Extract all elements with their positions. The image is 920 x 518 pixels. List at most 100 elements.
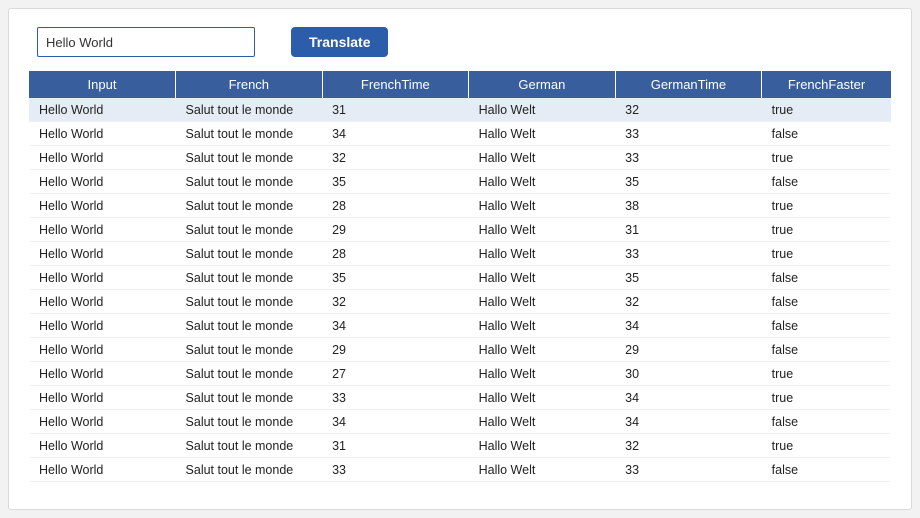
table-row[interactable]: Hello WorldSalut tout le monde28Hallo We… bbox=[29, 242, 891, 266]
cell-french-time: 35 bbox=[322, 170, 469, 194]
col-header-input[interactable]: Input bbox=[29, 71, 176, 98]
table-row[interactable]: Hello WorldSalut tout le monde27Hallo We… bbox=[29, 362, 891, 386]
table-row[interactable]: Hello WorldSalut tout le monde33Hallo We… bbox=[29, 386, 891, 410]
table-row[interactable]: Hello WorldSalut tout le monde31Hallo We… bbox=[29, 434, 891, 458]
cell-french: Salut tout le monde bbox=[176, 146, 323, 170]
cell-french: Salut tout le monde bbox=[176, 194, 323, 218]
cell-german-time: 32 bbox=[615, 290, 762, 314]
cell-input: Hello World bbox=[29, 122, 176, 146]
table-row[interactable]: Hello WorldSalut tout le monde35Hallo We… bbox=[29, 266, 891, 290]
table-row[interactable]: Hello WorldSalut tout le monde32Hallo We… bbox=[29, 290, 891, 314]
cell-german-time: 35 bbox=[615, 266, 762, 290]
cell-input: Hello World bbox=[29, 290, 176, 314]
cell-french-time: 34 bbox=[322, 122, 469, 146]
cell-french-faster: true bbox=[762, 362, 891, 386]
top-row: Translate bbox=[29, 27, 891, 57]
cell-german: Hallo Welt bbox=[469, 410, 616, 434]
cell-input: Hello World bbox=[29, 458, 176, 482]
cell-french-faster: true bbox=[762, 386, 891, 410]
cell-german-time: 31 bbox=[615, 218, 762, 242]
cell-french: Salut tout le monde bbox=[176, 338, 323, 362]
cell-german: Hallo Welt bbox=[469, 362, 616, 386]
cell-french-time: 33 bbox=[322, 458, 469, 482]
cell-german-time: 38 bbox=[615, 194, 762, 218]
cell-german: Hallo Welt bbox=[469, 290, 616, 314]
cell-input: Hello World bbox=[29, 386, 176, 410]
cell-french: Salut tout le monde bbox=[176, 218, 323, 242]
table-row[interactable]: Hello WorldSalut tout le monde34Hallo We… bbox=[29, 122, 891, 146]
cell-german: Hallo Welt bbox=[469, 386, 616, 410]
cell-input: Hello World bbox=[29, 170, 176, 194]
cell-french: Salut tout le monde bbox=[176, 386, 323, 410]
cell-french-time: 31 bbox=[322, 98, 469, 122]
col-header-german-time[interactable]: GermanTime bbox=[615, 71, 762, 98]
col-header-french-time[interactable]: FrenchTime bbox=[322, 71, 469, 98]
col-header-french-faster[interactable]: FrenchFaster bbox=[762, 71, 891, 98]
cell-german: Hallo Welt bbox=[469, 98, 616, 122]
cell-french-faster: true bbox=[762, 98, 891, 122]
cell-french-time: 29 bbox=[322, 218, 469, 242]
table-row[interactable]: Hello WorldSalut tout le monde28Hallo We… bbox=[29, 194, 891, 218]
cell-french-time: 33 bbox=[322, 386, 469, 410]
cell-french-faster: true bbox=[762, 146, 891, 170]
table-row[interactable]: Hello WorldSalut tout le monde35Hallo We… bbox=[29, 170, 891, 194]
table-row[interactable]: Hello WorldSalut tout le monde34Hallo We… bbox=[29, 410, 891, 434]
cell-french-faster: true bbox=[762, 194, 891, 218]
cell-german: Hallo Welt bbox=[469, 434, 616, 458]
cell-input: Hello World bbox=[29, 362, 176, 386]
cell-input: Hello World bbox=[29, 194, 176, 218]
cell-input: Hello World bbox=[29, 218, 176, 242]
translate-button[interactable]: Translate bbox=[291, 27, 388, 57]
cell-french-time: 34 bbox=[322, 314, 469, 338]
cell-french: Salut tout le monde bbox=[176, 458, 323, 482]
cell-german-time: 33 bbox=[615, 242, 762, 266]
cell-french: Salut tout le monde bbox=[176, 98, 323, 122]
cell-german-time: 32 bbox=[615, 98, 762, 122]
cell-german: Hallo Welt bbox=[469, 194, 616, 218]
cell-german-time: 33 bbox=[615, 122, 762, 146]
cell-german-time: 34 bbox=[615, 386, 762, 410]
cell-french-time: 32 bbox=[322, 290, 469, 314]
table-row[interactable]: Hello WorldSalut tout le monde29Hallo We… bbox=[29, 338, 891, 362]
cell-german: Hallo Welt bbox=[469, 314, 616, 338]
cell-german: Hallo Welt bbox=[469, 266, 616, 290]
cell-german-time: 32 bbox=[615, 434, 762, 458]
cell-french-faster: false bbox=[762, 314, 891, 338]
cell-french-time: 28 bbox=[322, 194, 469, 218]
cell-input: Hello World bbox=[29, 98, 176, 122]
cell-german-time: 30 bbox=[615, 362, 762, 386]
cell-french: Salut tout le monde bbox=[176, 362, 323, 386]
cell-input: Hello World bbox=[29, 242, 176, 266]
cell-german: Hallo Welt bbox=[469, 218, 616, 242]
cell-french: Salut tout le monde bbox=[176, 290, 323, 314]
cell-german-time: 35 bbox=[615, 170, 762, 194]
table-row[interactable]: Hello WorldSalut tout le monde31Hallo We… bbox=[29, 98, 891, 122]
cell-french-time: 34 bbox=[322, 410, 469, 434]
cell-german: Hallo Welt bbox=[469, 338, 616, 362]
cell-french-faster: true bbox=[762, 218, 891, 242]
cell-german: Hallo Welt bbox=[469, 242, 616, 266]
text-input[interactable] bbox=[37, 27, 255, 57]
cell-french: Salut tout le monde bbox=[176, 122, 323, 146]
table-header-row: Input French FrenchTime German GermanTim… bbox=[29, 71, 891, 98]
cell-french-faster: false bbox=[762, 266, 891, 290]
table-row[interactable]: Hello WorldSalut tout le monde32Hallo We… bbox=[29, 146, 891, 170]
main-panel: Translate Input French FrenchTime German… bbox=[8, 8, 912, 510]
cell-input: Hello World bbox=[29, 434, 176, 458]
cell-french-time: 35 bbox=[322, 266, 469, 290]
cell-german-time: 29 bbox=[615, 338, 762, 362]
cell-german: Hallo Welt bbox=[469, 170, 616, 194]
table-row[interactable]: Hello WorldSalut tout le monde29Hallo We… bbox=[29, 218, 891, 242]
cell-french-time: 32 bbox=[322, 146, 469, 170]
col-header-german[interactable]: German bbox=[469, 71, 616, 98]
table-row[interactable]: Hello WorldSalut tout le monde34Hallo We… bbox=[29, 314, 891, 338]
cell-french-time: 29 bbox=[322, 338, 469, 362]
cell-french: Salut tout le monde bbox=[176, 266, 323, 290]
cell-german: Hallo Welt bbox=[469, 122, 616, 146]
cell-french-time: 27 bbox=[322, 362, 469, 386]
cell-input: Hello World bbox=[29, 338, 176, 362]
table-row[interactable]: Hello WorldSalut tout le monde33Hallo We… bbox=[29, 458, 891, 482]
col-header-french[interactable]: French bbox=[176, 71, 323, 98]
cell-french-faster: false bbox=[762, 290, 891, 314]
cell-french-faster: false bbox=[762, 122, 891, 146]
